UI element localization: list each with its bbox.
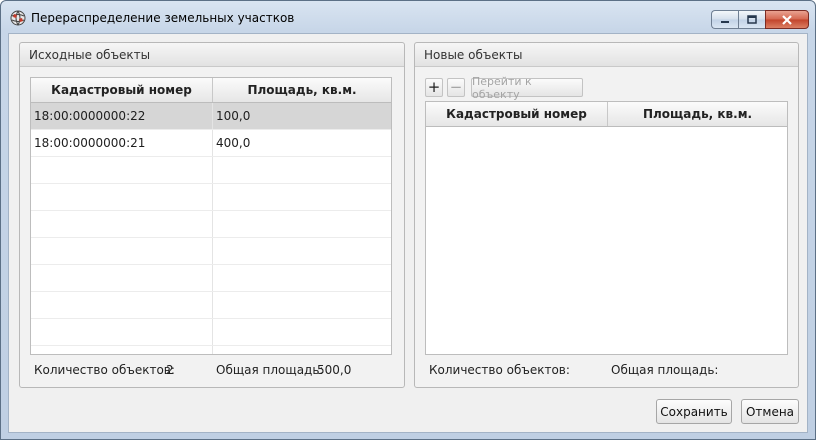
column-header-cadastral[interactable]: Кадастровый номер: [426, 102, 607, 126]
empty-row: [31, 265, 391, 292]
source-objects-table[interactable]: Кадастровый номер Площадь, кв.м. 18:00:0…: [30, 77, 392, 355]
empty-row: [31, 292, 391, 319]
minimize-button[interactable]: [711, 10, 738, 29]
new-objects-table[interactable]: Кадастровый номер Площадь, кв.м.: [425, 101, 788, 355]
dialog-content: Исходные объекты Кадастровый номер Площа…: [8, 33, 808, 433]
remove-object-button[interactable]: −: [447, 78, 465, 97]
save-button[interactable]: Сохранить: [656, 399, 732, 424]
table-row[interactable]: 18:00:0000000:21 400,0: [31, 130, 391, 157]
maximize-icon: [747, 15, 757, 24]
source-objects-panel: Исходные объекты Кадастровый номер Площа…: [19, 42, 405, 388]
close-button[interactable]: [765, 10, 809, 29]
source-area-value: 500,0: [317, 363, 352, 377]
new-panel-header: Новые объекты: [415, 43, 798, 67]
maximize-button[interactable]: [738, 10, 765, 29]
source-count-label: Количество объектов:: [34, 363, 175, 377]
cell-cadastral: 18:00:0000000:21: [34, 136, 146, 150]
minimize-icon: [721, 20, 729, 23]
window-controls: [711, 10, 809, 29]
globe-icon: [10, 10, 26, 26]
cell-cadastral: 18:00:0000000:22: [34, 109, 146, 123]
title-bar[interactable]: Перераспределение земельных участков: [1, 1, 815, 33]
close-icon: [782, 14, 792, 25]
new-objects-panel: Новые объекты + − Перейти к объекту Када…: [414, 42, 799, 388]
table-header: Кадастровый номер Площадь, кв.м.: [426, 102, 787, 127]
table-header: Кадастровый номер Площадь, кв.м.: [31, 78, 391, 103]
cell-area: 100,0: [212, 103, 391, 129]
new-count-label: Количество объектов:: [429, 363, 570, 377]
cancel-button[interactable]: Отмена: [741, 399, 799, 424]
empty-row: [31, 157, 391, 184]
cell-area: 400,0: [212, 130, 391, 156]
empty-row: [31, 319, 391, 346]
add-object-button[interactable]: +: [425, 78, 443, 97]
empty-row: [31, 346, 391, 354]
dialog-window: Перераспределение земельных участков Исх…: [0, 0, 816, 440]
new-area-label: Общая площадь:: [611, 363, 719, 377]
window-title: Перераспределение земельных участков: [31, 11, 295, 25]
goto-object-button[interactable]: Перейти к объекту: [471, 75, 583, 101]
empty-row: [31, 238, 391, 265]
column-header-area[interactable]: Площадь, кв.м.: [212, 78, 391, 102]
source-count-value: 2: [166, 363, 174, 377]
column-header-cadastral[interactable]: Кадастровый номер: [31, 78, 212, 102]
plus-icon: +: [427, 78, 441, 96]
source-panel-header: Исходные объекты: [20, 43, 404, 67]
source-area-label: Общая площадь:: [216, 363, 324, 377]
minus-icon: −: [449, 78, 463, 96]
empty-row: [31, 211, 391, 238]
table-row[interactable]: 18:00:0000000:22 100,0: [31, 103, 391, 130]
column-header-area[interactable]: Площадь, кв.м.: [607, 102, 787, 126]
empty-row: [31, 184, 391, 211]
